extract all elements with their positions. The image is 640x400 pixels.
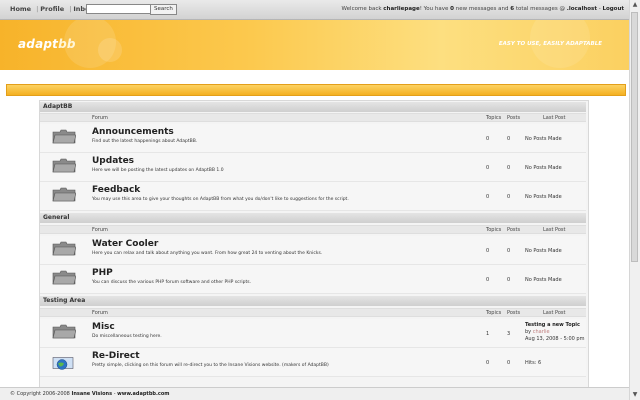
forum-description: Find out the latest happenings about Ada… bbox=[92, 139, 198, 144]
folder-icon bbox=[52, 129, 76, 144]
category-header[interactable]: Testing Area bbox=[40, 296, 586, 306]
category-header[interactable]: AdaptBB bbox=[40, 102, 586, 112]
forum-title-link[interactable]: Re-Direct bbox=[92, 351, 140, 361]
forum-row: Updates Here we will be posting the late… bbox=[40, 153, 586, 182]
forum-description: Here you can relax and talk about anythi… bbox=[92, 251, 323, 256]
posts-count: 0 bbox=[507, 136, 511, 142]
posts-count: 3 bbox=[507, 331, 511, 337]
forum-row: PHP You can discuss the various PHP foru… bbox=[40, 265, 586, 294]
forum-description: Do miscellaneous testing here. bbox=[92, 334, 162, 339]
search-button[interactable]: Search bbox=[150, 4, 177, 15]
nav-home-link[interactable]: Home bbox=[10, 5, 31, 13]
vertical-scrollbar[interactable]: ▲ ▼ bbox=[629, 0, 640, 400]
footer-site-link[interactable]: www.adaptbb.com bbox=[117, 391, 169, 397]
forum-row: Misc Do miscellaneous testing here. 1 3 … bbox=[40, 319, 586, 348]
topics-count: 0 bbox=[486, 277, 490, 283]
search-input[interactable] bbox=[86, 4, 152, 14]
forum-title-link[interactable]: PHP bbox=[92, 268, 113, 278]
folder-icon bbox=[52, 324, 76, 339]
nav-profile-link[interactable]: Profile bbox=[40, 5, 64, 13]
forum-title-link[interactable]: Updates bbox=[92, 156, 134, 166]
forum-description: You may use this area to give your thoug… bbox=[92, 197, 349, 202]
topics-count: 1 bbox=[486, 331, 490, 337]
forum-title-link[interactable]: Announcements bbox=[92, 127, 174, 137]
column-header-row: Forum Topics Posts Last Post bbox=[40, 113, 586, 122]
forum-title-link[interactable]: Feedback bbox=[92, 185, 140, 195]
folder-icon bbox=[52, 187, 76, 202]
welcome-message: Welcome back charliepage! You have 0 new… bbox=[341, 6, 624, 12]
tagline: EASY TO USE, EASILY ADAPTABLE bbox=[498, 41, 602, 47]
top-navigation-bar: Home|Profile|Inbox- Search Welcome back … bbox=[0, 0, 630, 20]
topics-count: 0 bbox=[486, 360, 490, 366]
last-post: No Posts Made bbox=[525, 277, 562, 283]
folder-icon bbox=[52, 241, 76, 256]
forum-row: Feedback You may use this area to give y… bbox=[40, 182, 586, 211]
last-post: No Posts Made bbox=[525, 194, 562, 200]
logout-link[interactable]: Logout bbox=[602, 6, 624, 12]
last-post-date: Aug 13, 2008 - 5:00 pm bbox=[525, 336, 585, 342]
site-logo[interactable]: adaptbb bbox=[18, 37, 76, 51]
column-header-row: Forum Topics Posts Last Post bbox=[40, 308, 586, 317]
column-header-row: Forum Topics Posts Last Post bbox=[40, 225, 586, 234]
redirect-hits: Hits: 6 bbox=[525, 360, 542, 366]
folder-icon bbox=[52, 158, 76, 173]
forum-row: Water Cooler Here you can relax and talk… bbox=[40, 236, 586, 265]
last-post: No Posts Made bbox=[525, 165, 562, 171]
posts-count: 0 bbox=[507, 277, 511, 283]
scrollbar-thumb[interactable] bbox=[631, 12, 638, 262]
footer-copyright: © Copyright 2006-2008 Insane Visions - w… bbox=[0, 387, 630, 400]
last-post: No Posts Made bbox=[525, 136, 562, 142]
forum-description: Pretty simple, clicking on this forum wi… bbox=[92, 363, 329, 368]
last-post: No Posts Made bbox=[525, 248, 562, 254]
last-post-topic-link[interactable]: Testing a new Topic bbox=[525, 322, 580, 328]
forum-title-link[interactable]: Water Cooler bbox=[92, 239, 158, 249]
host-name: .localhost bbox=[566, 6, 597, 12]
category-header[interactable]: General bbox=[40, 213, 586, 223]
topics-count: 0 bbox=[486, 136, 490, 142]
redirect-globe-icon bbox=[52, 357, 74, 370]
last-post-info: Testing a new Topic by charlie Aug 13, 2… bbox=[525, 322, 585, 342]
posts-count: 0 bbox=[507, 194, 511, 200]
username[interactable]: charliepage bbox=[383, 6, 419, 12]
forum-row: Re-Direct Pretty simple, clicking on thi… bbox=[40, 348, 586, 377]
topics-count: 0 bbox=[486, 165, 490, 171]
footer-company-link[interactable]: Insane Visions bbox=[71, 391, 112, 397]
posts-count: 0 bbox=[507, 165, 511, 171]
folder-icon bbox=[52, 270, 76, 285]
posts-count: 0 bbox=[507, 248, 511, 254]
forum-description: Here we will be posting the latest updat… bbox=[92, 168, 224, 173]
forum-description: You can discuss the various PHP forum so… bbox=[92, 280, 252, 285]
scroll-down-arrow-icon[interactable]: ▼ bbox=[630, 390, 640, 400]
posts-count: 0 bbox=[507, 360, 511, 366]
topics-count: 0 bbox=[486, 194, 490, 200]
last-post-author-link[interactable]: charlie bbox=[533, 329, 550, 335]
orange-divider-bar bbox=[6, 84, 626, 96]
topics-count: 0 bbox=[486, 248, 490, 254]
forum-title-link[interactable]: Misc bbox=[92, 322, 115, 332]
scroll-up-arrow-icon[interactable]: ▲ bbox=[630, 0, 640, 10]
forum-row: Announcements Find out the latest happen… bbox=[40, 124, 586, 153]
